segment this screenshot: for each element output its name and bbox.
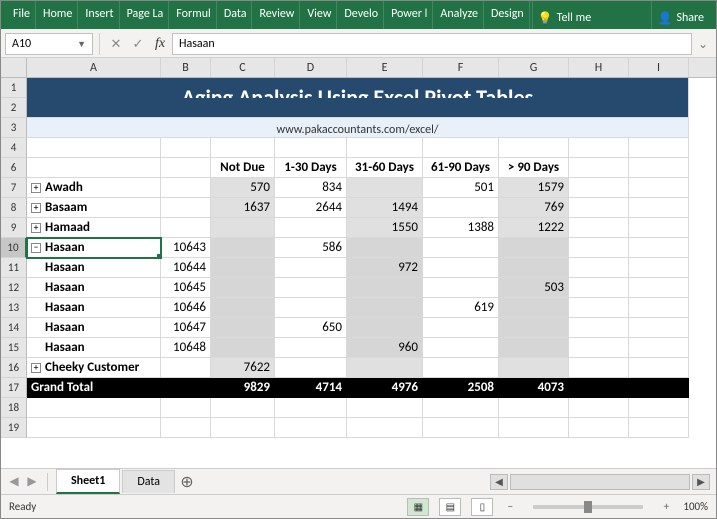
page-break-view-icon[interactable]: ▯ (471, 498, 493, 516)
pivot-row-label[interactable]: +Awadh (27, 178, 161, 198)
row-header[interactable]: 12 (1, 278, 27, 298)
fx-icon[interactable]: fx (150, 33, 170, 55)
pivot-row-label[interactable]: +Basaam (27, 198, 161, 218)
pivot-header[interactable]: 1-30 Days (275, 158, 347, 178)
ribbon-tab-analyze[interactable]: Analyze (435, 1, 484, 29)
row-header[interactable]: 13 (1, 298, 27, 318)
col-header[interactable]: G (499, 58, 569, 77)
row-header[interactable]: 17 (1, 378, 27, 398)
name-box[interactable]: A10▼ (5, 33, 93, 55)
pivot-sub-row[interactable]: Hasaan (27, 318, 161, 338)
ribbon: File Home Insert Page La Formul Data Rev… (1, 1, 716, 29)
scroll-right-icon[interactable]: ▶ (692, 474, 710, 490)
ribbon-tab-page-layout[interactable]: Page La (122, 1, 170, 29)
row-header[interactable]: 3 (1, 118, 27, 138)
zoom-slider[interactable] (533, 505, 643, 509)
col-header[interactable]: H (569, 58, 629, 77)
expand-icon[interactable]: + (31, 363, 41, 373)
col-header[interactable]: C (211, 58, 275, 77)
expand-formula-icon[interactable]: ⌄ (694, 37, 712, 52)
pivot-row-label[interactable]: −Hasaan (27, 238, 161, 258)
pivot-sub-row[interactable]: Hasaan (27, 258, 161, 278)
row-header[interactable]: 4 (1, 138, 27, 158)
formula-bar: A10▼ ✕ ✓ fx Hasaan ⌄ (1, 29, 716, 58)
ribbon-tab-review[interactable]: Review (254, 1, 300, 29)
row-header[interactable]: 15 (1, 338, 27, 358)
grand-total-label[interactable]: Grand Total (27, 378, 161, 398)
select-all-corner[interactable] (1, 58, 27, 77)
ribbon-tab-power[interactable]: Power l (386, 1, 433, 29)
enter-formula-icon[interactable]: ✓ (128, 33, 148, 55)
pivot-sub-row[interactable]: Hasaan (27, 338, 161, 358)
col-header[interactable]: I (629, 58, 689, 77)
status-bar: Ready ▦ ▤ ▯ − + 100% (1, 494, 716, 518)
row-header[interactable]: 9 (1, 218, 27, 238)
row-header[interactable]: 11 (1, 258, 27, 278)
ribbon-tab-view[interactable]: View (302, 1, 337, 29)
sheet-tab-bar: ◀▶ Sheet1 Data ⊕ ◀ ▶ (1, 468, 716, 494)
pivot-sub-row[interactable]: Hasaan (27, 278, 161, 298)
cancel-formula-icon[interactable]: ✕ (106, 33, 126, 55)
row-header[interactable]: 10 (1, 238, 27, 258)
subtitle-link[interactable]: www.pakaccountants.com/excel/ (27, 118, 689, 138)
row-header[interactable]: 7 (1, 178, 27, 198)
row-header[interactable]: 1 (1, 78, 27, 98)
chevron-down-icon[interactable]: ▼ (77, 39, 86, 50)
collapse-icon[interactable]: − (31, 243, 41, 253)
ribbon-tellme[interactable]: 💡Tell me (532, 1, 596, 29)
ribbon-tab-home[interactable]: Home (38, 1, 78, 29)
spreadsheet-grid: A B C D E F G H I 1Aging Analysis Using … (1, 58, 716, 468)
sheet-nav[interactable]: ◀▶ (7, 474, 39, 489)
page-layout-view-icon[interactable]: ▤ (439, 498, 461, 516)
title-continuation (27, 98, 689, 118)
row-header[interactable]: 14 (1, 318, 27, 338)
formula-input[interactable]: Hasaan (172, 33, 692, 55)
pivot-header[interactable]: 61-90 Days (423, 158, 499, 178)
bulb-icon: 💡 (538, 11, 553, 26)
row-header[interactable]: 18 (1, 398, 27, 418)
prev-sheet-icon[interactable]: ◀ (7, 474, 21, 489)
col-header[interactable]: A (27, 58, 161, 77)
pivot-row-label[interactable]: +Cheeky Customer (27, 358, 161, 378)
row-header[interactable]: 8 (1, 198, 27, 218)
col-header[interactable]: D (275, 58, 347, 77)
sheet-tab-sheet1[interactable]: Sheet1 (56, 469, 120, 494)
ribbon-tab-file[interactable]: File (8, 1, 36, 29)
share-icon: 👤 (657, 11, 672, 26)
zoom-level[interactable]: 100% (683, 500, 708, 513)
pivot-header[interactable]: 31-60 Days (347, 158, 423, 178)
pivot-header[interactable]: > 90 Days (499, 158, 569, 178)
col-header[interactable]: B (161, 58, 211, 77)
expand-icon[interactable]: + (31, 203, 41, 213)
pivot-row-label[interactable]: +Hamaad (27, 218, 161, 238)
add-sheet-icon[interactable]: ⊕ (177, 472, 197, 492)
row-header[interactable]: 16 (1, 358, 27, 378)
sheet-tab-data[interactable]: Data (122, 470, 175, 493)
pivot-header[interactable]: Not Due (211, 158, 275, 178)
status-ready: Ready (9, 500, 36, 513)
normal-view-icon[interactable]: ▦ (407, 498, 429, 516)
expand-icon[interactable]: + (31, 223, 41, 233)
ribbon-tab-design[interactable]: Design (486, 1, 530, 29)
ribbon-tab-developer[interactable]: Develo (339, 1, 384, 29)
ribbon-tab-insert[interactable]: Insert (80, 1, 119, 29)
horizontal-scrollbar[interactable] (510, 474, 690, 490)
col-header[interactable]: E (347, 58, 423, 77)
ribbon-tab-formulas[interactable]: Formul (171, 1, 217, 29)
zoom-out-icon[interactable]: − (503, 500, 517, 513)
row-header[interactable]: 6 (1, 158, 27, 178)
ribbon-tab-data[interactable]: Data (219, 1, 253, 29)
col-header[interactable]: F (423, 58, 499, 77)
next-sheet-icon[interactable]: ▶ (25, 474, 39, 489)
expand-icon[interactable]: + (31, 183, 41, 193)
row-header[interactable]: 19 (1, 418, 27, 438)
zoom-in-icon[interactable]: + (659, 500, 673, 513)
row-header[interactable]: 2 (1, 98, 27, 118)
ribbon-share[interactable]: 👤Share (651, 1, 709, 29)
pivot-sub-row[interactable]: Hasaan (27, 298, 161, 318)
scroll-left-icon[interactable]: ◀ (490, 474, 508, 490)
